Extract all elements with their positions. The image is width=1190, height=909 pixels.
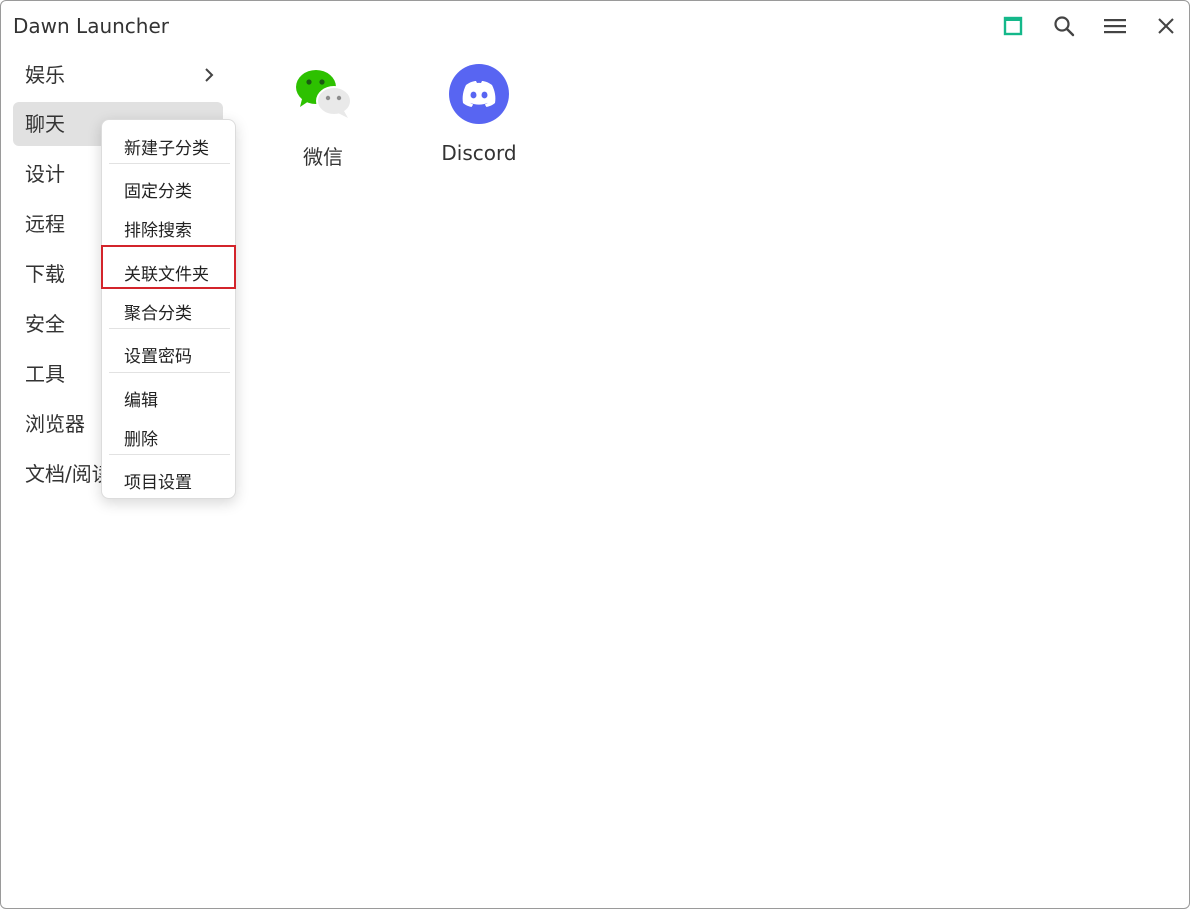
- sidebar-item-label: 工具: [25, 362, 65, 386]
- menu-divider: [109, 454, 230, 455]
- sidebar-item-label: 下载: [25, 262, 65, 286]
- category-context-menu: 新建子分类 固定分类 排除搜索 关联文件夹 聚合分类 设置密码 编辑 删除 项目…: [101, 119, 236, 499]
- search-button[interactable]: [1049, 11, 1079, 41]
- search-icon: [1054, 16, 1075, 37]
- app-label: Discord: [441, 141, 517, 165]
- menu-item-edit[interactable]: 编辑: [124, 386, 158, 411]
- menu-button[interactable]: [1100, 11, 1130, 41]
- menu-divider: [109, 163, 230, 164]
- app-title: Dawn Launcher: [13, 14, 169, 38]
- sidebar-item-entertainment[interactable]: 娱乐: [13, 53, 223, 97]
- menu-item-item-settings[interactable]: 项目设置: [124, 468, 192, 493]
- app-window: Dawn Launcher 娱乐 聊天 设计 远程 下载 安全 工具 浏览器 文…: [0, 0, 1190, 909]
- app-tile-wechat[interactable]: 微信: [253, 63, 393, 170]
- maximize-icon: [1003, 16, 1023, 36]
- menu-divider: [109, 328, 230, 329]
- app-label: 微信: [303, 145, 343, 169]
- discord-icon: [449, 64, 509, 124]
- menu-item-exclude-search[interactable]: 排除搜索: [124, 216, 192, 241]
- sidebar-item-label: 文档/阅读: [25, 462, 112, 486]
- app-tile-discord[interactable]: Discord: [409, 63, 549, 165]
- maximize-button[interactable]: [998, 11, 1028, 41]
- chevron-right-icon: [205, 68, 214, 82]
- menu-item-aggregate-category[interactable]: 聚合分类: [124, 299, 192, 324]
- menu-icon: [1104, 19, 1126, 34]
- menu-item-set-password[interactable]: 设置密码: [124, 342, 192, 367]
- close-button[interactable]: [1151, 11, 1181, 41]
- sidebar-item-label: 安全: [25, 312, 65, 336]
- title-bar: Dawn Launcher: [1, 1, 1189, 51]
- sidebar-item-label: 远程: [25, 212, 65, 236]
- sidebar-item-label: 娱乐: [25, 63, 65, 87]
- menu-divider: [109, 372, 230, 373]
- menu-item-new-subcategory[interactable]: 新建子分类: [124, 134, 209, 159]
- close-icon: [1158, 18, 1174, 34]
- app-grid: 微信 Discord: [233, 51, 1189, 908]
- wechat-icon: [296, 70, 352, 118]
- sidebar-item-label: 浏览器: [25, 412, 85, 436]
- menu-item-delete[interactable]: 删除: [124, 425, 158, 450]
- sidebar-item-label: 聊天: [25, 112, 65, 136]
- sidebar-item-label: 设计: [25, 162, 65, 186]
- highlight-box: [101, 245, 236, 289]
- menu-item-pin-category[interactable]: 固定分类: [124, 177, 192, 202]
